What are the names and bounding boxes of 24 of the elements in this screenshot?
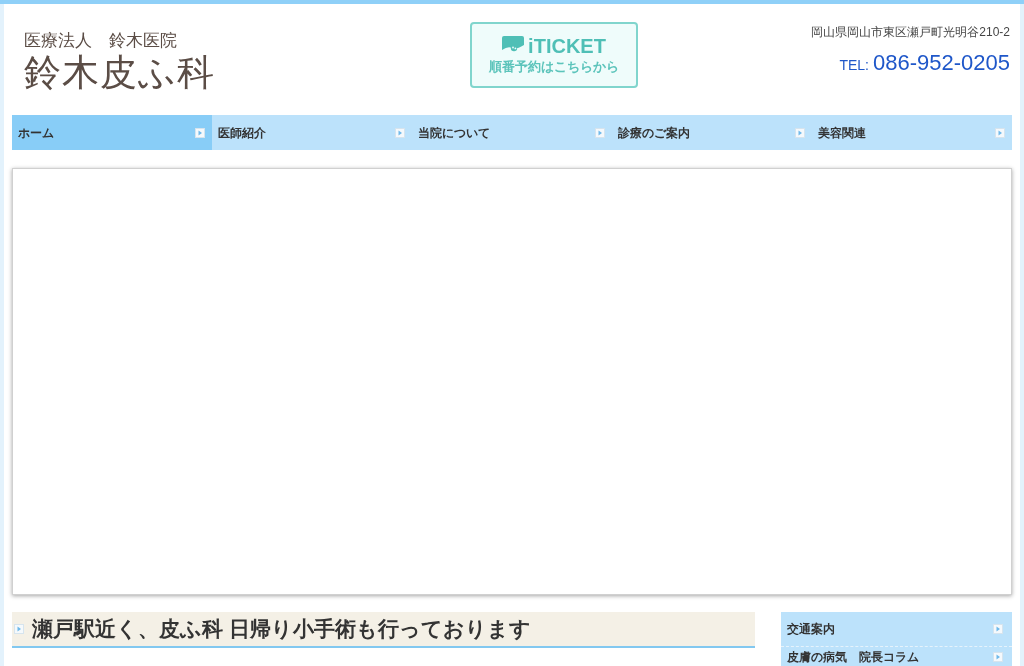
arrow-icon: [14, 624, 24, 634]
nav-tab[interactable]: 美容関連: [812, 115, 1012, 150]
arrow-icon: [395, 127, 405, 138]
sidebar-link[interactable]: 皮膚の病気 院長コラム: [781, 646, 1012, 666]
tel-label: TEL:: [839, 56, 869, 75]
reservation-label: 順番予約はこちらから: [489, 59, 619, 75]
logo-icon: [502, 36, 525, 56]
nav-tab[interactable]: 医師紹介: [212, 115, 412, 150]
nav-tab[interactable]: ホーム: [12, 115, 212, 150]
arrow-icon: [595, 127, 605, 138]
clinic-name: 鈴木皮ふ科: [24, 52, 215, 94]
arrow-icon: [195, 127, 205, 138]
sidebar-link[interactable]: 交通案内: [781, 612, 1012, 646]
arrow-icon: [795, 127, 805, 138]
nav-tab[interactable]: 当院について: [412, 115, 612, 150]
phone-number: 086-952-0205: [873, 50, 1010, 76]
arrow-icon: [993, 624, 1003, 634]
nav-tab[interactable]: 診療のご案内: [612, 115, 812, 150]
brand-name: iTICKET: [528, 35, 606, 57]
arrow-icon: [995, 127, 1005, 138]
address-text: 岡山県岡山市東区瀬戸町光明谷210-2: [811, 24, 1010, 40]
corporation-name: 医療法人 鈴木医院: [24, 30, 177, 52]
section-heading: 瀬戸駅近く、皮ふ科 日帰り小手術も行っております: [32, 616, 531, 642]
arrow-icon: [993, 651, 1003, 662]
